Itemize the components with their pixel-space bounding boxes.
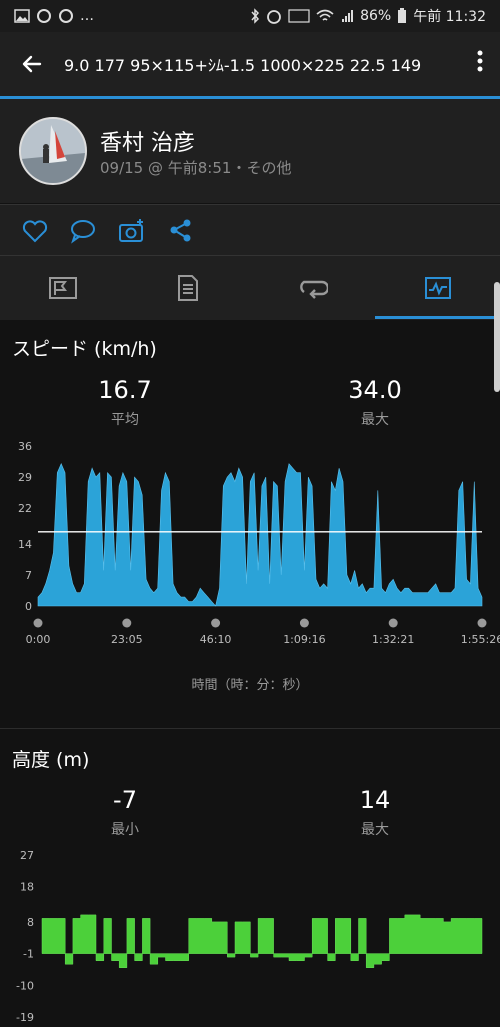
speed-xtick-label: 46:10 xyxy=(200,633,232,646)
speed-avg-label: 平均 xyxy=(111,412,139,428)
scrollbar-thumb[interactable] xyxy=(494,282,500,392)
tab-charts[interactable] xyxy=(375,256,500,320)
activity-title: 9.0 177 95×115+ｼﾑ-1.5 1000×225 22.5 149 xyxy=(64,56,422,75)
elevation-ytick-label: 8 xyxy=(27,916,34,929)
speed-xtick-label: 1:32:21 xyxy=(372,633,414,646)
speed-xaxis-label: 時間（時：分：秒） xyxy=(191,678,309,693)
speed-xtick-dot xyxy=(477,618,487,628)
arrow-back-icon xyxy=(22,55,42,73)
elevation-ytick-label: -19 xyxy=(16,1011,34,1024)
elevation-chart[interactable]: -19 -10 -1 8 18 27 xyxy=(0,845,500,1025)
document-icon xyxy=(177,275,198,301)
avatar[interactable] xyxy=(19,117,87,185)
speed-ytick-label: 0 xyxy=(25,600,32,613)
bluetooth-icon xyxy=(251,8,260,24)
sync-icon-2 xyxy=(59,9,73,23)
speed-xtick-label: 0:00 xyxy=(26,633,51,646)
sync-icon xyxy=(37,9,51,23)
speed-ytick-label: 14 xyxy=(18,538,32,551)
tab-laps[interactable] xyxy=(250,256,375,320)
app-bar: 9.0 177 95×115+ｼﾑ-1.5 1000×225 22.5 149 xyxy=(0,32,500,96)
more-notifications-icon: … xyxy=(80,8,94,24)
tab-details[interactable] xyxy=(125,256,250,320)
comment-button[interactable] xyxy=(69,217,97,245)
share-icon xyxy=(170,219,191,242)
elevation-min-value: -7 xyxy=(113,786,137,814)
elevation-min-label: 最小 xyxy=(111,822,139,838)
share-button[interactable] xyxy=(167,217,195,245)
profile-name[interactable]: 香村 治彦 xyxy=(100,125,195,157)
more-vert-icon xyxy=(477,50,483,72)
speed-avg-value: 16.7 xyxy=(98,376,152,404)
speed-max-label: 最大 xyxy=(361,412,389,428)
speed-title: スピード (km/h) xyxy=(12,338,157,360)
signal-icon xyxy=(342,10,354,22)
elevation-ytick-label: 18 xyxy=(20,881,34,894)
elevation-ytick-label: -1 xyxy=(23,948,34,961)
image-icon xyxy=(14,9,30,23)
speed-xtick-label: 1:09:16 xyxy=(283,633,325,646)
speed-xtick-dot xyxy=(33,618,43,628)
selected-tab-indicator xyxy=(375,316,497,319)
status-notifications: … xyxy=(14,8,94,24)
avatar-image xyxy=(21,119,85,183)
speed-xtick-label: 23:05 xyxy=(111,633,143,646)
battery-icon xyxy=(398,8,407,23)
speed-xtick-dot xyxy=(388,618,398,628)
elevation-title: 高度 (m) xyxy=(12,749,90,771)
volte-icon xyxy=(288,9,310,23)
speed-chart[interactable]: 0 7 14 22 29 36 0:00 23:05 46:10 1:09:16 1:32:21 1:… xyxy=(0,436,500,646)
more-options-button[interactable] xyxy=(460,50,500,78)
pulse-chart-icon xyxy=(424,277,451,299)
elevation-max-value: 14 xyxy=(359,786,391,814)
speed-xtick-dot xyxy=(299,618,309,628)
status-system: 86% 午前 11:32 xyxy=(250,6,486,26)
status-bar: … 86% 午前 11:32 xyxy=(0,0,500,32)
battery-percent: 86% xyxy=(360,8,392,24)
back-button[interactable] xyxy=(0,32,64,96)
speed-xtick-dot xyxy=(122,618,132,628)
speed-max-value: 34.0 xyxy=(348,376,402,404)
elevation-max-label: 最大 xyxy=(361,822,389,838)
tab-overview[interactable] xyxy=(0,256,125,320)
activity-datetime: 09/15 @ 午前8:51・その他 xyxy=(100,159,292,177)
like-button[interactable] xyxy=(21,217,49,245)
speed-ytick-label: 22 xyxy=(18,502,32,515)
wifi-icon xyxy=(316,9,334,21)
flag-chart-icon xyxy=(48,277,77,299)
comment-icon xyxy=(71,220,95,244)
status-time: 午前 11:32 xyxy=(413,9,486,25)
elevation-ytick-label: 27 xyxy=(20,849,34,862)
activity-tabs xyxy=(0,255,500,320)
alarm-icon xyxy=(267,10,281,24)
speed-ytick-label: 29 xyxy=(18,471,32,484)
add-photo-button[interactable] xyxy=(118,217,146,245)
speed-series-area xyxy=(37,463,483,607)
camera-add-icon xyxy=(119,219,143,242)
section-divider xyxy=(0,728,500,729)
speed-xtick-label: 1:55:26 xyxy=(461,633,500,646)
social-actions-bar xyxy=(0,204,500,255)
heart-icon xyxy=(22,220,48,243)
loop-icon xyxy=(299,280,328,299)
speed-ytick-label: 7 xyxy=(25,569,32,582)
elevation-series-area xyxy=(41,914,483,968)
speed-ytick-label: 36 xyxy=(18,440,32,453)
elevation-ytick-label: -10 xyxy=(16,979,34,992)
profile-header: 香村 治彦 09/15 @ 午前8:51・その他 xyxy=(0,99,500,203)
speed-xtick-dot xyxy=(211,618,221,628)
